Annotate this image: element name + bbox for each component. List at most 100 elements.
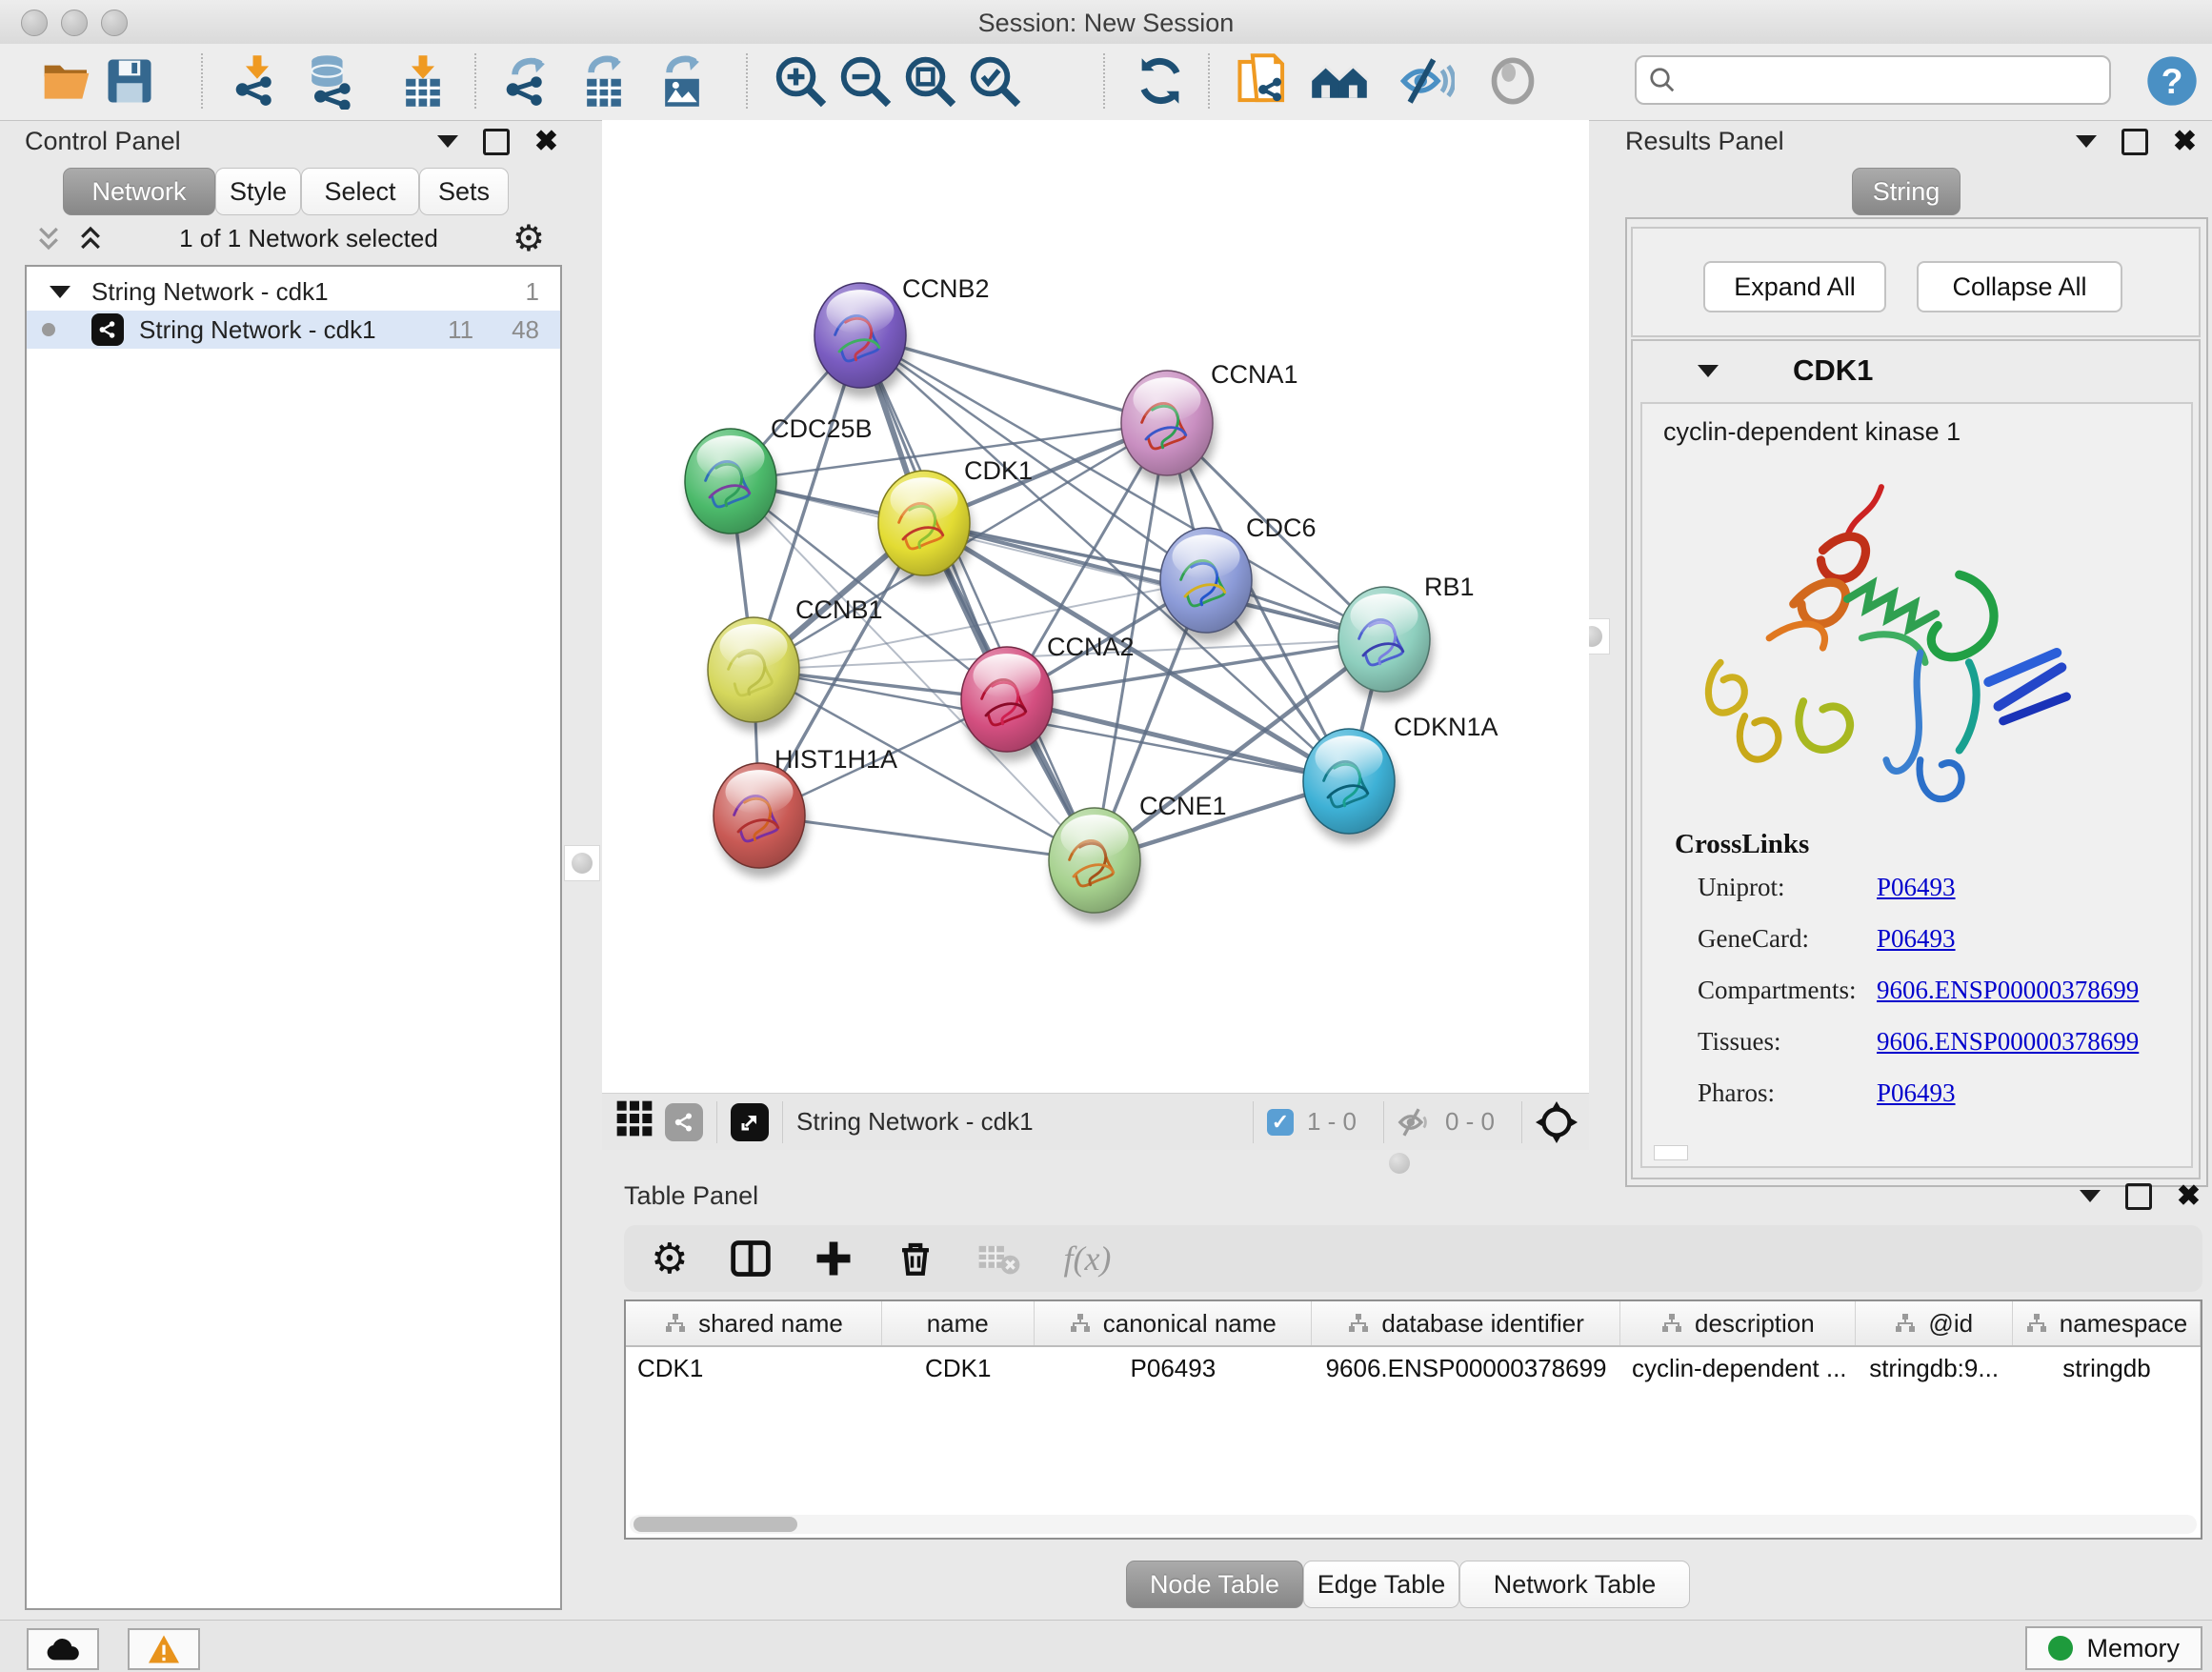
node-CDKN1A[interactable] (1303, 729, 1398, 843)
table-row[interactable]: CDK1CDK1P064939606.ENSP00000378699cyclin… (626, 1347, 2201, 1389)
houses-button[interactable] (1309, 50, 1370, 112)
export-image-button[interactable] (652, 50, 713, 112)
table-gear-icon[interactable]: ⚙ (651, 1235, 688, 1283)
tab-style[interactable]: Style (215, 168, 301, 215)
network-list-gear-icon[interactable]: ⚙ (513, 217, 545, 259)
crosslink-link[interactable]: 9606.ENSP00000378699 (1877, 1027, 2139, 1057)
import-network-database-button[interactable] (301, 50, 362, 112)
column-header-@id[interactable]: @id (1856, 1301, 2014, 1345)
sphere-button[interactable] (1482, 50, 1543, 112)
tab-select[interactable]: Select (301, 168, 419, 215)
copy-pages-icon (1236, 53, 1291, 109)
network-share-icon[interactable] (665, 1103, 703, 1141)
edge-HIST1H1A-CCNE1[interactable] (759, 816, 1095, 860)
column-header-shared-name[interactable]: shared name (626, 1301, 882, 1345)
column-header-namespace[interactable]: namespace (2013, 1301, 2201, 1345)
node-CDC6[interactable] (1160, 528, 1255, 642)
panel-close-icon[interactable]: ✖ (2177, 1187, 2201, 1206)
status-bar: Memory (0, 1620, 2212, 1672)
network-canvas[interactable]: CCNB2CCNA1CDC25BCDK1CDC6RB1CCNB1CCNA2CDK… (602, 120, 1589, 1093)
collapse-all-button[interactable]: Collapse All (1917, 261, 2122, 312)
tab-sets[interactable]: Sets (419, 168, 509, 215)
panel-menu-icon[interactable] (2076, 135, 2097, 148)
crosslink-link[interactable]: P06493 (1877, 924, 1956, 954)
open-session-button[interactable] (36, 50, 97, 112)
crosslink-link[interactable]: 9606.ENSP00000378699 (1877, 976, 2139, 1005)
eye-slash-waves-icon (1399, 53, 1455, 109)
tab-network[interactable]: Network (63, 168, 215, 215)
table-hscrollbar[interactable] (630, 1515, 2197, 1534)
node-table[interactable]: shared namenamecanonical namedatabase id… (624, 1299, 2202, 1540)
zoom-out-button[interactable] (835, 50, 895, 112)
add-column-icon[interactable] (814, 1239, 854, 1279)
gene-collapse-icon[interactable] (1698, 365, 1719, 377)
crosslink-link[interactable]: P06493 (1877, 1078, 1956, 1108)
network-collection-row[interactable]: String Network - cdk1 1 (27, 272, 560, 311)
node-CCNB2[interactable] (814, 283, 909, 397)
tab-network-table[interactable]: Network Table (1459, 1561, 1690, 1608)
hide-graphics-details-button[interactable] (1397, 50, 1458, 112)
collection-expand-icon[interactable] (50, 286, 70, 298)
expand-all-button[interactable]: Expand All (1703, 261, 1886, 312)
mini-scrollbar[interactable] (1654, 1145, 1688, 1160)
memory-button[interactable]: Memory (2025, 1626, 2202, 1670)
table-panel-header: Table Panel ✖ (624, 1181, 2201, 1211)
export-table-button[interactable] (573, 50, 634, 112)
global-search-field[interactable] (1635, 55, 2111, 105)
network-row-selected[interactable]: String Network - cdk1 11 48 (27, 311, 560, 349)
panel-float-icon[interactable] (2122, 129, 2148, 155)
birdseye-crosshair-icon[interactable] (1536, 1101, 1578, 1143)
splitter-handle[interactable] (1383, 1149, 1416, 1178)
scrollbar-handle[interactable] (633, 1517, 797, 1532)
panel-float-icon[interactable] (2125, 1183, 2152, 1210)
node-CCNE1[interactable] (1049, 808, 1143, 922)
import-network-file-button[interactable] (227, 50, 288, 112)
column-header-name[interactable]: name (882, 1301, 1035, 1345)
panel-menu-icon[interactable] (437, 135, 458, 148)
selected-checkbox-icon[interactable]: ✓ (1267, 1109, 1294, 1136)
tab-edge-table[interactable]: Edge Table (1303, 1561, 1459, 1608)
zoom-in-button[interactable] (770, 50, 831, 112)
zoom-fit-button[interactable] (899, 50, 960, 112)
crosslink-link[interactable]: P06493 (1877, 873, 1956, 902)
grid-mode-icon[interactable] (615, 1099, 654, 1144)
cloud-button[interactable] (27, 1628, 99, 1670)
export-table-icon (576, 53, 632, 109)
zoom-selected-button[interactable] (964, 50, 1025, 112)
panel-menu-icon[interactable] (2080, 1190, 2101, 1202)
network-graph[interactable]: CCNB2CCNA1CDC25BCDK1CDC6RB1CCNB1CCNA2CDK… (602, 120, 1589, 1093)
splitter-handle[interactable] (564, 845, 600, 881)
column-header-description[interactable]: description (1620, 1301, 1855, 1345)
panel-close-icon[interactable]: ✖ (2173, 132, 2197, 151)
node-CCNA2[interactable] (961, 647, 1056, 761)
node-CDC25B[interactable] (685, 429, 779, 543)
node-RB1[interactable] (1338, 587, 1433, 701)
expand-all-icon[interactable] (76, 224, 105, 252)
node-CCNA1[interactable] (1121, 371, 1216, 485)
export-network-button[interactable] (497, 50, 558, 112)
edge-CCNB2-CCNE1[interactable] (860, 335, 1095, 860)
node-HIST1H1A[interactable] (714, 763, 808, 877)
panel-float-icon[interactable] (483, 129, 510, 155)
show-columns-icon[interactable] (730, 1238, 772, 1279)
node-CDK1[interactable] (878, 471, 973, 585)
delete-column-icon[interactable] (895, 1239, 935, 1279)
node-CCNB1[interactable] (708, 617, 802, 732)
warning-button[interactable] (128, 1628, 200, 1670)
save-session-button[interactable] (99, 50, 160, 112)
tab-node-table[interactable]: Node Table (1126, 1561, 1303, 1608)
protein-structure-image (1677, 457, 2096, 838)
panel-close-icon[interactable]: ✖ (534, 132, 558, 151)
network-type-icon (91, 313, 124, 346)
collapse-all-icon[interactable] (34, 224, 63, 252)
column-header-canonical-name[interactable]: canonical name (1035, 1301, 1313, 1345)
duplicate-network-button[interactable] (1233, 50, 1294, 112)
column-header-database-identifier[interactable]: database identifier (1312, 1301, 1620, 1345)
tab-string[interactable]: String (1852, 168, 1961, 215)
apply-layout-button[interactable] (1130, 50, 1191, 112)
gene-section-header[interactable]: CDK1 (1633, 341, 2199, 400)
help-button[interactable]: ? (2142, 50, 2202, 112)
search-input[interactable] (1686, 65, 2098, 96)
import-table-file-button[interactable] (392, 50, 453, 112)
detach-view-icon[interactable] (731, 1103, 769, 1141)
